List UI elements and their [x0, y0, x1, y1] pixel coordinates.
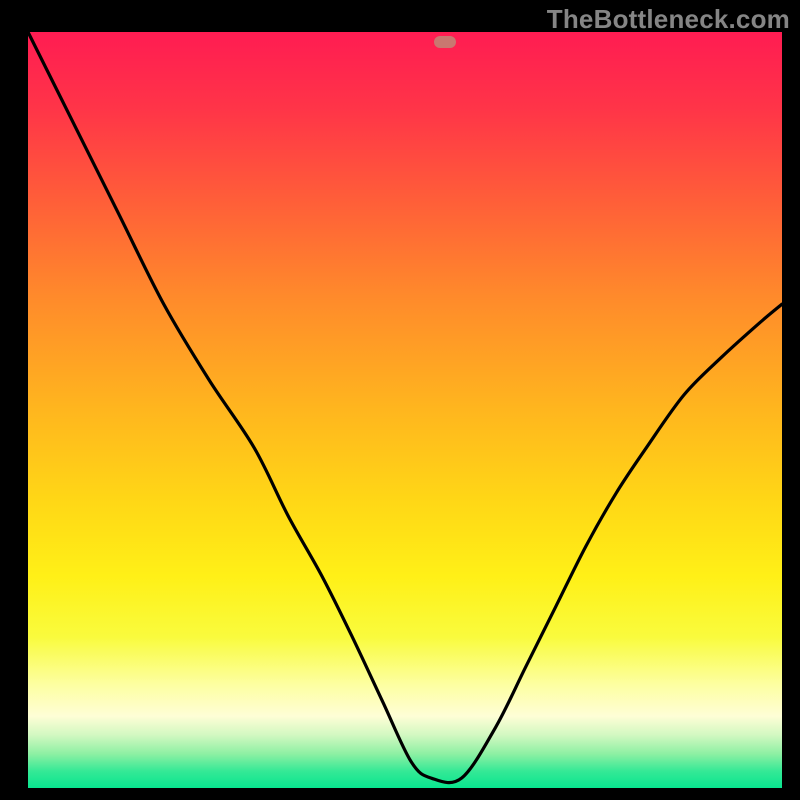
- gradient-background: [28, 32, 782, 788]
- optimal-marker: [434, 36, 456, 48]
- stage: TheBottleneck.com: [0, 0, 800, 800]
- bottleneck-chart: [0, 0, 800, 800]
- site-watermark: TheBottleneck.com: [547, 4, 790, 35]
